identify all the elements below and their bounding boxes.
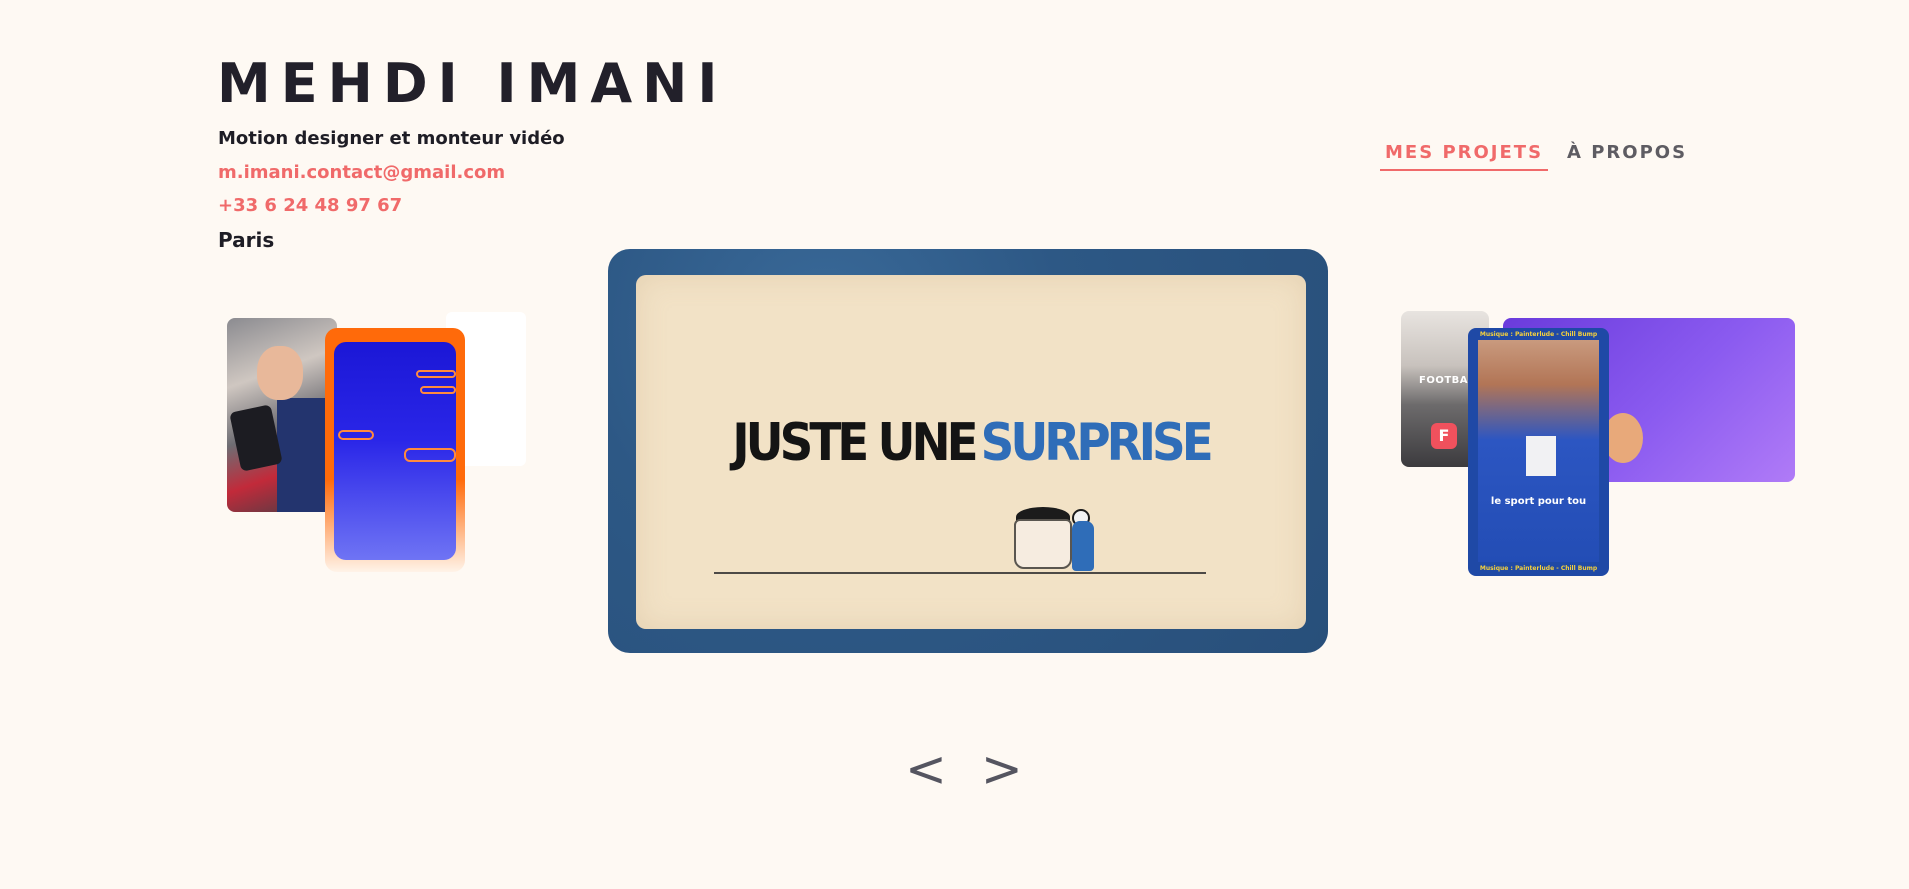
thumbnail-blue-panel (334, 342, 456, 560)
judo-top-credit: Musique : Painterlude - Chill Bump (1479, 331, 1598, 338)
featured-title-part2: SURPRISE (980, 413, 1214, 473)
carousel-prev-button[interactable]: < (905, 744, 947, 794)
nav-item-projects[interactable]: MES PROJETS (1380, 140, 1549, 171)
nav-item-about[interactable]: À PROPOS (1562, 140, 1692, 171)
judo-caption: le sport pour tou (1490, 496, 1587, 507)
portfolio-page: MEHDI IMANI Motion designer et monteur v… (0, 0, 1909, 889)
featured-title: JUSTE UNE SURPRISE (636, 413, 1306, 473)
featured-video[interactable]: JUSTE UNE SURPRISE (608, 249, 1328, 653)
main-nav: MES PROJETS À PROPOS (1380, 140, 1692, 171)
featured-video-card: JUSTE UNE SURPRISE (636, 275, 1306, 629)
squiggle-shape (338, 430, 374, 440)
thumbnail-face-shape (257, 346, 303, 400)
squiggle-shape (416, 370, 456, 378)
squiggle-shape (404, 448, 456, 462)
judo-shirt-shape (1526, 436, 1556, 476)
character-body-shape (1072, 521, 1094, 571)
tagline: Motion designer et monteur vidéo (218, 128, 565, 149)
carousel-next-button[interactable]: > (981, 744, 1023, 794)
carousel-controls: < > (905, 744, 1023, 794)
city-label: Paris (218, 228, 275, 252)
phone-link[interactable]: +33 6 24 48 97 67 (218, 195, 402, 216)
cart-shape (1014, 519, 1072, 569)
project-thumbnail-judo[interactable]: Musique : Painterlude - Chill Bump le sp… (1468, 328, 1609, 576)
judo-photo: le sport pour tou (1478, 340, 1599, 562)
thumbnail-character-shape (1603, 413, 1643, 463)
project-thumbnail-orange[interactable] (325, 328, 465, 572)
featured-title-part1: JUSTE UNE (732, 413, 978, 473)
squiggle-shape (420, 386, 456, 394)
project-thumbnail-crowd[interactable] (227, 318, 337, 512)
app-logo-icon: F (1431, 423, 1457, 449)
judo-bottom-credit: Musique : Painterlude - Chill Bump (1479, 565, 1598, 572)
ground-line (714, 572, 1206, 574)
thumbnail-phone-shape (229, 404, 283, 472)
site-title: MEHDI IMANI (217, 52, 728, 115)
email-link[interactable]: m.imani.contact@gmail.com (218, 162, 505, 183)
